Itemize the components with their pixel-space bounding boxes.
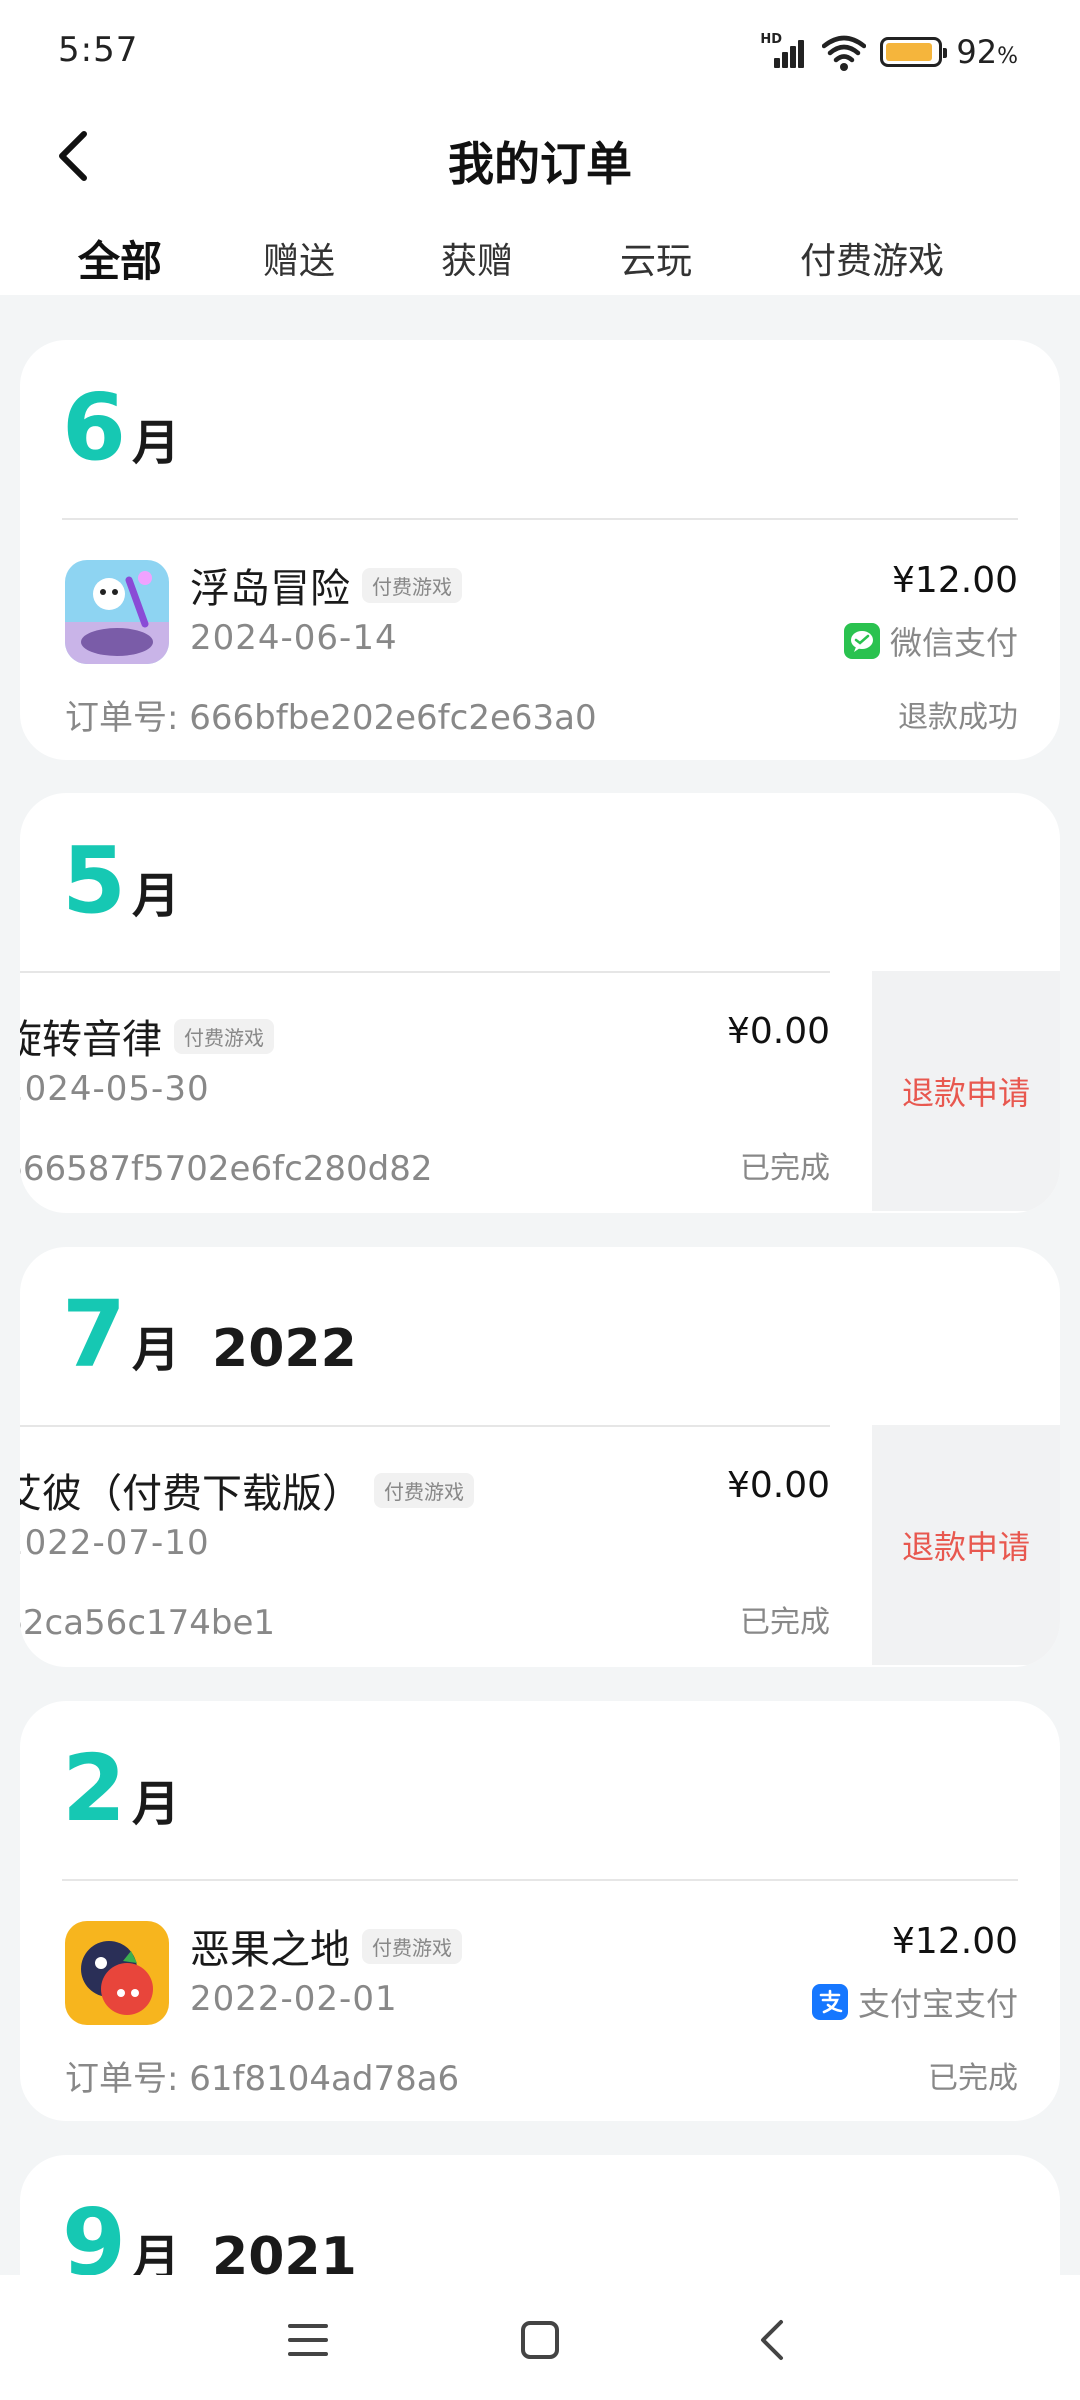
- category-tag: 付费游戏: [374, 1472, 474, 1508]
- order-date: 2022-02-01: [190, 1979, 398, 2019]
- order-list[interactable]: 6 月 浮岛冒险 付费游戏 2024-06-14 订单号: 666bfbe202…: [0, 295, 1080, 2275]
- order-number: 订单号: 61f8104ad78a6: [65, 2059, 460, 2099]
- alipay-icon: [811, 1984, 848, 2020]
- year-label: 2022: [212, 1319, 357, 1379]
- order-status: 已完成: [740, 1605, 830, 1640]
- system-back-button[interactable]: [742, 2310, 802, 2370]
- month-group: 5 月 旋转音律 付费游戏 2024-05-30 订单号: 666587f570…: [20, 793, 1060, 1213]
- month-group: 2 月 恶果之地 付费游戏 2022-02-01 订单号: 61f8104ad7…: [20, 1701, 1060, 2121]
- battery-percent: 92%: [956, 33, 1018, 71]
- tab-received[interactable]: 获赠: [441, 232, 513, 284]
- order-number: 订单号: 666587f5702e6fc280d82: [20, 1149, 433, 1189]
- refund-request-button[interactable]: 退款申请: [872, 1425, 1060, 1665]
- order-tabs: 全部 赠送 获赠 云玩 付费游戏: [0, 220, 1080, 295]
- divider: [20, 971, 830, 973]
- payment-method: 支付宝支付: [811, 1979, 1018, 2025]
- menu-icon: [288, 2324, 328, 2356]
- order-price: ¥12.00: [892, 1921, 1018, 1962]
- order-item[interactable]: 恶果之地 付费游戏 2022-02-01 订单号: 61f8104ad78a6 …: [20, 1881, 1060, 2121]
- month-group: 6 月 浮岛冒险 付费游戏 2024-06-14 订单号: 666bfbe202…: [20, 340, 1060, 760]
- home-button[interactable]: [510, 2310, 570, 2370]
- divider: [20, 1425, 830, 1427]
- cellular-signal-icon: HD: [760, 32, 808, 72]
- game-name: 恶果之地: [190, 1927, 350, 1973]
- game-name: 旋转音律: [20, 1017, 162, 1063]
- month-number: 2: [62, 1735, 127, 1842]
- order-item[interactable]: 艾彼（付费下载版） 付费游戏 2022-07-10 订单号: 62ca56c17…: [20, 1425, 1060, 1665]
- tab-paid-games[interactable]: 付费游戏: [800, 232, 944, 284]
- month-group: 9 月 2021: [20, 2155, 1060, 2275]
- game-icon: [65, 560, 169, 664]
- system-nav-bar: [0, 2275, 1080, 2400]
- month-number: 6: [62, 374, 127, 481]
- order-date: 2024-06-14: [190, 618, 398, 658]
- category-tag: 付费游戏: [362, 1928, 462, 1964]
- status-icons: HD 92%: [760, 30, 1018, 74]
- status-bar: 5:57 HD 92%: [0, 0, 1080, 100]
- month-number: 7: [62, 1281, 127, 1388]
- month-group: 7 月 2022 艾彼（付费下载版） 付费游戏 2022-07-10 订单号: …: [20, 1247, 1060, 1667]
- order-date: 2022-07-10: [20, 1523, 210, 1563]
- order-status: 退款成功: [898, 700, 1018, 735]
- game-name: 艾彼（付费下载版）: [20, 1471, 362, 1517]
- category-tag: 付费游戏: [174, 1018, 274, 1054]
- status-time: 5:57: [58, 30, 139, 70]
- app-header: 我的订单 全部 赠送 获赠 云玩 付费游戏: [0, 100, 1080, 295]
- order-price: ¥12.00: [892, 560, 1018, 601]
- tab-cloud-play[interactable]: 云玩: [620, 232, 692, 284]
- tab-gift[interactable]: 赠送: [263, 232, 335, 284]
- game-name: 浮岛冒险: [190, 566, 350, 612]
- order-item[interactable]: 旋转音律 付费游戏 2024-05-30 订单号: 666587f5702e6f…: [20, 971, 1060, 1211]
- menu-button[interactable]: [278, 2310, 338, 2370]
- hd-label: HD: [760, 32, 783, 47]
- order-number: 订单号: 62ca56c174be1: [20, 1603, 276, 1643]
- wifi-icon: [822, 35, 867, 71]
- month-number: 9: [62, 2189, 127, 2276]
- year-label: 2021: [212, 2227, 357, 2275]
- battery-icon: [880, 37, 948, 67]
- order-date: 2024-05-30: [20, 1069, 210, 1109]
- order-status: 已完成: [740, 1151, 830, 1186]
- back-triangle-icon: [761, 2320, 783, 2360]
- order-status: 已完成: [928, 2061, 1018, 2096]
- wechat-pay-icon: [843, 623, 880, 659]
- order-price: ¥0.00: [726, 1465, 830, 1506]
- category-tag: 付费游戏: [362, 567, 462, 603]
- game-icon: [65, 1921, 169, 2025]
- order-number: 订单号: 666bfbe202e6fc2e63a0: [65, 698, 597, 738]
- refund-request-button[interactable]: 退款申请: [872, 971, 1060, 1211]
- order-price: ¥0.00: [726, 1011, 830, 1052]
- home-square-icon: [521, 2321, 559, 2359]
- month-number: 5: [62, 827, 127, 934]
- payment-method: 微信支付: [843, 618, 1018, 664]
- order-item[interactable]: 浮岛冒险 付费游戏 2024-06-14 订单号: 666bfbe202e6fc…: [20, 520, 1060, 760]
- page-title: 我的订单: [448, 137, 632, 191]
- tab-all[interactable]: 全部: [74, 228, 166, 289]
